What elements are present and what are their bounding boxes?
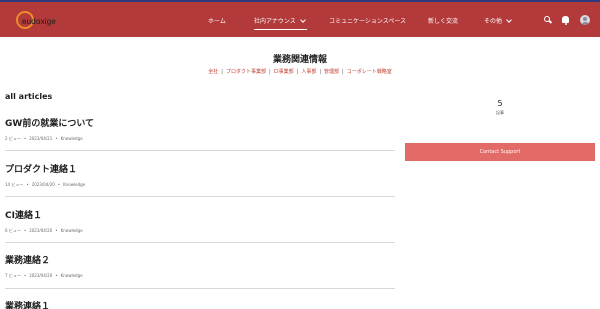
- article-tag[interactable]: Knowledge: [61, 136, 83, 141]
- article-views: 7 ビュー: [5, 273, 21, 278]
- article-meta: 2 ビュー • 2023/04/21 • Knowledge: [5, 136, 395, 142]
- section-title: all articles: [5, 92, 53, 101]
- avatar-icon[interactable]: [580, 15, 590, 25]
- article-date: 2023/04/20: [29, 273, 53, 278]
- bell-body-shape: [562, 16, 569, 23]
- topic-links: 全社 | プロダクト事業部 | CI事業部 | 人事部 | 管理部 | コーポレート戦略室: [0, 68, 600, 75]
- link-separator: |: [221, 69, 223, 75]
- meta-dot: •: [55, 228, 58, 233]
- link-separator: |: [342, 69, 344, 75]
- bell-clapper-shape: [564, 23, 567, 25]
- meta-dot: •: [23, 228, 27, 233]
- list-item[interactable]: 業務連絡２ 7 ビュー • 2023/04/20 • Knowledge: [5, 253, 395, 279]
- nav-item-new-exchange[interactable]: 新しく交流: [428, 16, 458, 25]
- article-views: 6 ビュー: [5, 228, 21, 233]
- list-item[interactable]: CI連絡１ 6 ビュー • 2023/04/20 • Knowledge: [5, 208, 395, 234]
- list-item[interactable]: GW前の就業について 2 ビュー • 2023/04/21 • Knowledge: [5, 116, 395, 142]
- nav-item-announcements[interactable]: 社内アナウンス: [254, 16, 307, 30]
- nav-label: 社内アナウンス: [254, 18, 296, 25]
- article-title[interactable]: 業務連絡２: [5, 253, 395, 266]
- nav-label: その他: [484, 18, 503, 25]
- article-meta: 6 ビュー • 2023/04/20 • Knowledge: [5, 228, 395, 234]
- chevron-down-icon: [299, 16, 306, 23]
- chevron-down-icon: [506, 16, 512, 23]
- nav-label: 新しく交流: [428, 18, 459, 25]
- article-date: 2023/04/20: [31, 182, 55, 187]
- divider: [5, 196, 395, 197]
- nav-label: コミュニケーションスペース: [329, 18, 407, 25]
- link-separator: |: [319, 69, 322, 75]
- contact-support-button[interactable]: Contact Support: [405, 143, 595, 161]
- article-count-label: 記事: [496, 110, 504, 115]
- article-views: 14 ビュー: [5, 182, 24, 187]
- topic-link-product[interactable]: プロダクト事業部: [226, 69, 266, 75]
- article-tag[interactable]: Knowledge: [61, 273, 83, 278]
- nav-label: ホーム: [208, 18, 226, 25]
- topic-link-all[interactable]: 全社: [208, 69, 218, 75]
- article-date: 2023/04/21: [29, 136, 53, 141]
- article-title[interactable]: 業務連絡１: [5, 299, 395, 309]
- link-separator: |: [296, 69, 299, 75]
- article-meta: 7 ビュー • 2023/04/20 • Knowledge: [5, 273, 395, 279]
- meta-dot: •: [55, 273, 58, 278]
- nav-item-communication-space[interactable]: コミュニケーションスペース: [329, 16, 406, 25]
- divider: [5, 150, 395, 151]
- nav-item-home[interactable]: ホーム: [208, 16, 226, 25]
- article-tag[interactable]: Knowledge: [63, 182, 85, 187]
- nav-item-more[interactable]: その他: [484, 16, 512, 25]
- meta-dot: •: [23, 136, 27, 141]
- meta-dot: •: [57, 182, 61, 187]
- divider: [5, 242, 395, 243]
- article-title[interactable]: プロダクト連絡１: [5, 162, 395, 175]
- topic-link-ci[interactable]: CI事業部: [274, 69, 294, 75]
- article-title[interactable]: CI連絡１: [5, 208, 395, 221]
- article-views: 2 ビュー: [5, 136, 21, 141]
- article-meta: 14 ビュー • 2023/04/20 • Knowledge: [5, 182, 395, 188]
- page-title: 業務関連情報: [272, 55, 327, 65]
- top-navigation-bar: eudoxige ホーム 社内アナウンス コミュニケーションスペース 新しく交流…: [0, 0, 600, 37]
- divider: [5, 288, 395, 289]
- main-nav: ホーム 社内アナウンス コミュニケーションスペース 新しく交流 その他: [0, 2, 600, 39]
- list-item[interactable]: プロダクト連絡１ 14 ビュー • 2023/04/20 • Knowledge: [5, 162, 395, 188]
- article-count: 5: [497, 99, 503, 108]
- topic-link-hr[interactable]: 人事部: [301, 69, 316, 75]
- meta-dot: •: [23, 273, 27, 278]
- article-title[interactable]: GW前の就業について: [5, 116, 395, 129]
- meta-dot: •: [26, 182, 29, 187]
- list-item[interactable]: 業務連絡１: [5, 299, 395, 309]
- meta-dot: •: [55, 136, 58, 141]
- article-tag[interactable]: Knowledge: [61, 228, 83, 233]
- article-date: 2023/04/20: [29, 228, 53, 233]
- link-separator: |: [268, 69, 271, 75]
- topic-link-admin[interactable]: 管理部: [324, 69, 339, 75]
- topic-link-corporate-strategy[interactable]: コーポレート戦略室: [347, 69, 392, 75]
